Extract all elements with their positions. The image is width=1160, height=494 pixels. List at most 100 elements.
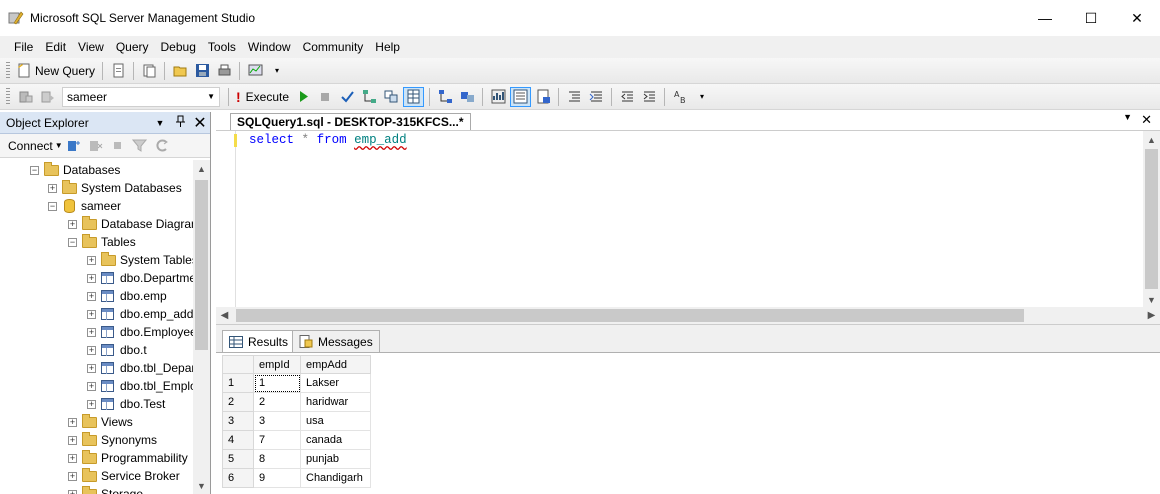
query-designer-button[interactable]	[381, 87, 401, 107]
cell-empid[interactable]: 8	[253, 449, 301, 469]
tree-node-dbo-test[interactable]: + dbo.Test	[87, 395, 165, 413]
expand-icon[interactable]: +	[87, 255, 96, 265]
cell-empid[interactable]: 9	[253, 468, 301, 488]
client-statistics-button[interactable]	[488, 87, 508, 107]
tree-node-dbo-tbl-department[interactable]: + dbo.tbl_Department	[87, 359, 193, 377]
connect-object-explorer-icon[interactable]	[64, 136, 84, 156]
expand-icon[interactable]: +	[48, 183, 57, 193]
tree-node-synonyms[interactable]: + Synonyms	[68, 431, 157, 449]
tab-results[interactable]: Results	[222, 330, 296, 353]
tree-node-dbo-employee[interactable]: + dbo.Employee	[87, 323, 193, 341]
tree-node-tables[interactable]: − Tables	[68, 233, 136, 251]
display-estimated-plan-button[interactable]	[359, 87, 379, 107]
close-window-button[interactable]: ✕	[1114, 0, 1160, 36]
tree-node-dbo-tbl-employee[interactable]: + dbo.tbl_Employee	[87, 377, 193, 395]
expand-icon[interactable]: +	[68, 453, 77, 463]
scroll-down-icon[interactable]: ▼	[193, 477, 210, 494]
expand-icon[interactable]: +	[87, 291, 96, 301]
close-document-icon[interactable]: ✕	[1141, 112, 1152, 128]
tree-node-system-databases[interactable]: + System Databases	[48, 179, 182, 197]
cell-empadd[interactable]: punjab	[300, 449, 371, 469]
results-to-file-button[interactable]	[533, 87, 553, 107]
tree-node-dbo-emp[interactable]: + dbo.emp	[87, 287, 167, 305]
new-project-button[interactable]	[139, 61, 159, 81]
tree-node-dbo-emp-add[interactable]: + dbo.emp_add	[87, 305, 193, 323]
scroll-right-icon[interactable]: ▶	[1143, 310, 1160, 321]
specify-template-values-button[interactable]: AB	[670, 87, 690, 107]
expand-icon[interactable]: +	[87, 381, 96, 391]
collapse-icon[interactable]: −	[48, 201, 57, 211]
table-row[interactable]: 2 2 haridwar	[222, 392, 371, 412]
disconnect-icon[interactable]	[86, 136, 106, 156]
expand-icon[interactable]: +	[68, 435, 77, 445]
cell-empadd[interactable]: canada	[300, 430, 371, 450]
expand-icon[interactable]: +	[68, 417, 77, 427]
menu-window[interactable]: Window	[242, 36, 297, 58]
cell-empadd[interactable]: haridwar	[300, 392, 371, 412]
row-number-cell[interactable]: 4	[222, 430, 254, 450]
tab-list-chevron-icon[interactable]: ▼	[1123, 112, 1132, 122]
cell-empadd[interactable]: Lakser	[300, 373, 371, 393]
menu-file[interactable]: File	[8, 36, 39, 58]
table-row[interactable]: 4 7 canada	[222, 430, 371, 450]
live-statistics-button[interactable]	[457, 87, 477, 107]
expand-icon[interactable]: +	[68, 471, 77, 481]
tree-node-sameer[interactable]: − sameer	[48, 197, 121, 215]
object-explorer-scrollbar[interactable]: ▲ ▼	[193, 160, 210, 494]
scrollbar-thumb[interactable]	[195, 180, 208, 350]
tree-node-service-broker[interactable]: + Service Broker	[68, 467, 180, 485]
open-file-button[interactable]	[170, 61, 190, 81]
decrease-indent-button[interactable]	[617, 87, 637, 107]
tab-messages[interactable]: Messages	[292, 330, 380, 352]
row-number-header[interactable]	[222, 355, 254, 374]
row-number-cell[interactable]: 1	[222, 373, 254, 393]
tree-node-storage[interactable]: + Storage	[68, 485, 143, 494]
tree-node-views[interactable]: + Views	[68, 413, 133, 431]
stop-icon[interactable]	[108, 136, 128, 156]
table-row[interactable]: 6 9 Chandigarh	[222, 468, 371, 488]
scroll-up-icon[interactable]: ▲	[1143, 131, 1160, 148]
print-button[interactable]	[214, 61, 234, 81]
expand-icon[interactable]: +	[87, 309, 96, 319]
row-number-cell[interactable]: 2	[222, 392, 254, 412]
editor-horizontal-scrollbar[interactable]: ◀ ▶	[216, 307, 1160, 324]
tree-node-dbo-department[interactable]: + dbo.Department	[87, 269, 193, 287]
expand-icon[interactable]: +	[87, 345, 96, 355]
row-number-cell[interactable]: 6	[222, 468, 254, 488]
tab-sqlquery1[interactable]: SQLQuery1.sql - DESKTOP-315KFCS...*	[230, 113, 471, 130]
tree-node-programmability[interactable]: + Programmability	[68, 449, 188, 467]
table-row[interactable]: 3 3 usa	[222, 411, 371, 431]
scrollbar-thumb[interactable]	[236, 309, 1024, 322]
scroll-left-icon[interactable]: ◀	[216, 310, 233, 321]
close-pane-icon[interactable]: ✕	[190, 113, 210, 133]
filter-icon[interactable]	[130, 136, 150, 156]
toolbar-grip[interactable]	[6, 61, 10, 80]
results-to-text-button[interactable]	[510, 86, 532, 107]
expand-icon[interactable]: +	[87, 363, 96, 373]
menu-community[interactable]: Community	[297, 36, 370, 58]
toolbar-overflow-button[interactable]: ▾	[692, 87, 712, 107]
pane-menu-chevron-icon[interactable]: ▼	[150, 118, 170, 128]
connect-dropdown-button[interactable]: Connect ▼	[8, 139, 63, 153]
debug-button[interactable]	[293, 87, 313, 107]
menu-tools[interactable]: Tools	[202, 36, 242, 58]
execute-button[interactable]: ! Execute	[234, 87, 291, 107]
query-editor[interactable]: select * from emp_add ▲ ▼	[216, 130, 1160, 308]
collapse-icon[interactable]: −	[68, 237, 77, 247]
menu-debug[interactable]: Debug	[155, 36, 202, 58]
results-to-grid-button[interactable]	[403, 86, 425, 107]
available-databases-dropdown[interactable]: sameer ▼	[62, 86, 220, 107]
save-button[interactable]	[192, 61, 212, 81]
tree-node-database-diagrams[interactable]: + Database Diagrams	[68, 215, 193, 233]
toolbar-overflow-button[interactable]: ▾	[267, 61, 287, 81]
connect-button[interactable]	[15, 87, 35, 107]
cancel-query-button[interactable]	[315, 87, 335, 107]
table-row[interactable]: 1 1 Lakser	[222, 373, 371, 393]
scroll-up-icon[interactable]: ▲	[193, 160, 210, 177]
new-query-button[interactable]: New Query	[15, 61, 97, 81]
comment-out-button[interactable]	[564, 87, 584, 107]
menu-query[interactable]: Query	[110, 36, 155, 58]
collapse-icon[interactable]: −	[30, 165, 39, 175]
toolbar-grip[interactable]	[6, 87, 10, 106]
cell-empid[interactable]: 7	[253, 430, 301, 450]
